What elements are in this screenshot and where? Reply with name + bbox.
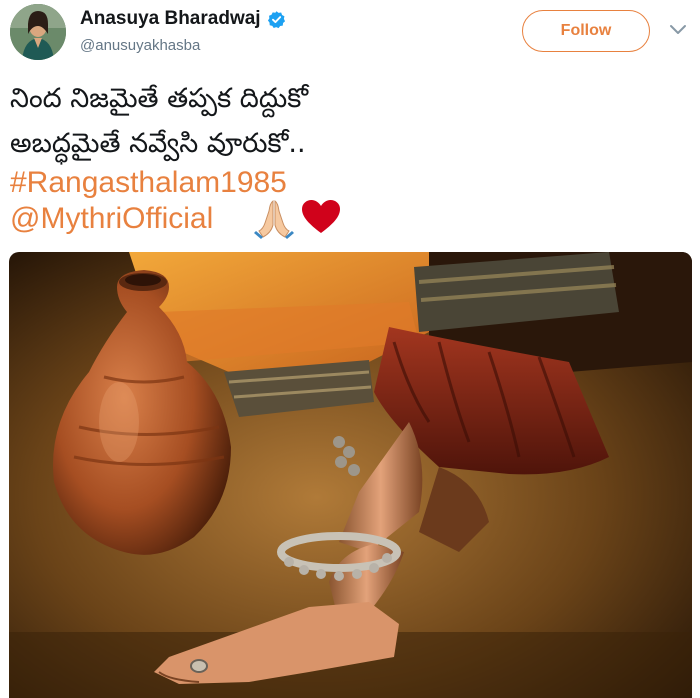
tweet-photo[interactable] [9,252,692,698]
chevron-down-icon[interactable] [668,23,688,37]
red-heart-icon [302,200,340,233]
folded-hands-icon [254,200,294,239]
avatar-image [10,4,66,60]
author-name[interactable]: Anasuya Bharadwaj [80,8,261,30]
clay-pot-and-anklet-photo [9,252,692,698]
verified-badge-icon [267,10,285,28]
profile-avatar[interactable] [10,4,66,60]
mention-link[interactable]: @MythriOfficial [10,201,213,237]
follow-button[interactable]: Follow [522,10,650,52]
author-handle[interactable]: @anusuyakhasba [80,37,200,54]
hashtag-link[interactable]: #Rangasthalam1985 [10,165,287,201]
tweet-card: Anasuya Bharadwaj @anusuyakhasba Follow … [0,0,700,698]
tweet-text-line-1: నింద నిజమైతే తప్పక దిద్దుకో [10,83,309,114]
tweet-text-line-2: అబద్ధమైతే నవ్వేసి వూరుకో.. [10,128,306,159]
author-name-row: Anasuya Bharadwaj [80,8,286,30]
